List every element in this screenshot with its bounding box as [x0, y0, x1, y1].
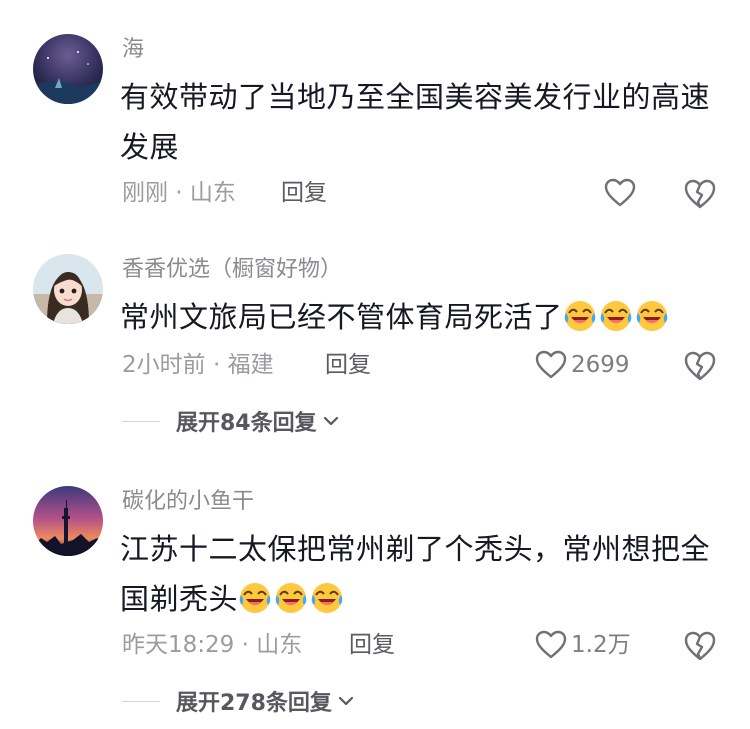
- heart-outline-icon: [604, 178, 636, 207]
- comment-text: 有效带动了当地乃至全国美容美发行业的高速发展: [120, 80, 711, 164]
- comment-meta: 刚刚 · 山东: [122, 180, 236, 206]
- like-count: 2699: [571, 352, 630, 378]
- expand-replies-button[interactable]: 展开84条回复: [122, 405, 339, 437]
- comment-text: 江苏十二太保把常州剃了个秃头，常州想把全国剃秃头: [120, 524, 710, 624]
- comment-text-content: 江苏十二太保把常州剃了个秃头，常州想把全国剃秃头: [120, 532, 711, 616]
- like-count: 1.2万: [571, 632, 631, 658]
- heart-outline-icon: [535, 630, 567, 659]
- like-button[interactable]: 2699: [535, 350, 630, 380]
- broken-heart-icon: [684, 179, 716, 209]
- divider-line: [122, 700, 160, 702]
- laughing-crying-emoji-icon: [239, 583, 271, 613]
- reply-button[interactable]: 回复: [325, 350, 371, 380]
- comment-text-content: 常州文旅局已经不管体育局死活了: [120, 300, 563, 334]
- avatar[interactable]: [33, 34, 103, 104]
- expand-replies-label: 展开278条回复: [176, 691, 332, 716]
- laughing-crying-emoji-icon: [564, 301, 595, 331]
- laughing-crying-emoji-icon: [600, 301, 631, 331]
- laughing-crying-emoji-icon: [636, 301, 667, 331]
- username[interactable]: 香香优选（橱窗好物）: [122, 256, 342, 284]
- dislike-button[interactable]: [683, 630, 717, 662]
- comment-meta: 2小时前 · 福建: [122, 352, 274, 378]
- dislike-button[interactable]: [683, 350, 717, 382]
- broken-heart-icon: [684, 351, 716, 381]
- reply-button[interactable]: 回复: [349, 630, 395, 660]
- laughing-crying-emoji-icon: [275, 583, 307, 613]
- comment-text: 常州文旅局已经不管体育局死活了: [120, 292, 710, 342]
- username[interactable]: 海: [122, 36, 144, 64]
- like-button[interactable]: [604, 178, 640, 208]
- like-button[interactable]: 1.2万: [535, 630, 631, 660]
- chevron-down-icon: [323, 416, 338, 426]
- chevron-down-icon: [338, 696, 354, 706]
- reply-button[interactable]: 回复: [281, 178, 327, 208]
- laughing-crying-emoji-icon: [311, 583, 343, 613]
- comment-item: 海 有效带动了当地乃至全国美容美发行业的高速发展 刚刚 · 山东 回复: [0, 0, 750, 240]
- dislike-button[interactable]: [683, 178, 717, 210]
- username[interactable]: 碳化的小鱼干: [122, 488, 254, 516]
- divider-line: [122, 420, 160, 422]
- avatar[interactable]: [33, 254, 103, 324]
- expand-replies-button[interactable]: 展开278条回复: [122, 685, 354, 717]
- expand-replies-label: 展开84条回复: [176, 411, 317, 436]
- broken-heart-icon: [684, 631, 716, 661]
- avatar[interactable]: [33, 486, 103, 556]
- heart-outline-icon: [535, 350, 567, 379]
- comment-meta: 昨天18:29 · 山东: [122, 632, 303, 658]
